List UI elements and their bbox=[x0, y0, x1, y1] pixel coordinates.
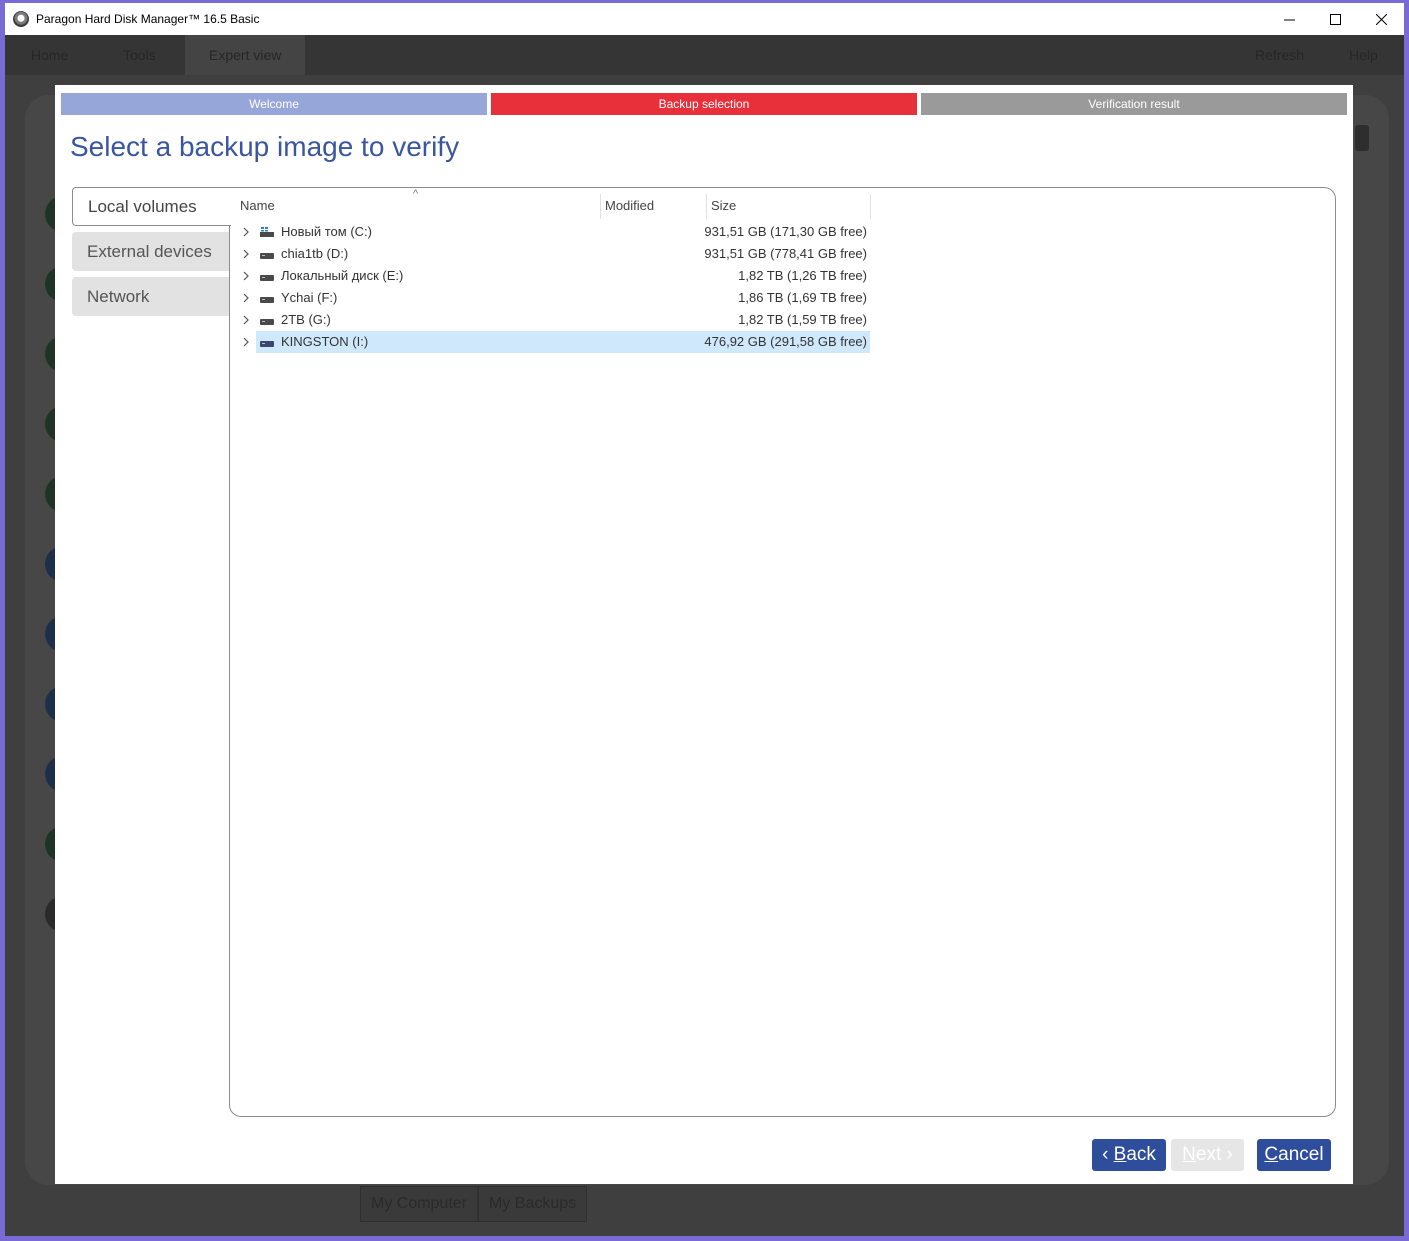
tab-local-volumes[interactable]: Local volumes bbox=[72, 187, 231, 226]
maximize-button[interactable] bbox=[1312, 3, 1358, 35]
background-scroll-icon bbox=[1355, 125, 1369, 151]
volume-row-g[interactable]: 2TB (G:) 1,82 TB (1,59 TB free) bbox=[230, 309, 871, 331]
volume-browser: ^ Name Modified Size Новый том (C:) 931,… bbox=[229, 187, 1336, 1117]
page-title: Select a backup image to verify bbox=[70, 131, 460, 162]
volume-row-i[interactable]: KINGSTON (I:) 476,92 GB (291,58 GB free) bbox=[230, 331, 871, 353]
chevron-right-icon[interactable] bbox=[241, 226, 251, 238]
volume-name: 2TB (G:) bbox=[281, 312, 331, 327]
chevron-right-icon[interactable] bbox=[241, 336, 251, 348]
volume-name: KINGSTON (I:) bbox=[281, 334, 369, 349]
window-title: Paragon Hard Disk Manager™ 16.5 Basic bbox=[36, 12, 260, 26]
volume-size: 1,82 TB (1,59 TB free) bbox=[738, 312, 867, 327]
chevron-right-icon[interactable] bbox=[241, 248, 251, 260]
paragon-logo-icon bbox=[13, 11, 29, 27]
volume-list: Новый том (C:) 931,51 GB (171,30 GB free… bbox=[230, 221, 871, 353]
close-button[interactable] bbox=[1358, 3, 1404, 35]
volume-size: 1,86 TB (1,69 TB free) bbox=[738, 290, 867, 305]
drive-icon bbox=[260, 319, 274, 325]
column-name[interactable]: Name bbox=[240, 198, 275, 213]
back-button[interactable]: ‹ Back bbox=[1092, 1139, 1166, 1171]
windows-drive-icon bbox=[260, 227, 274, 237]
step-backup-selection: Backup selection bbox=[491, 93, 917, 115]
minimize-button[interactable] bbox=[1266, 3, 1312, 35]
chevron-right-icon[interactable] bbox=[241, 292, 251, 304]
drive-icon bbox=[260, 275, 274, 281]
app-window: Paragon Hard Disk Manager™ 16.5 Basic Ho… bbox=[5, 3, 1404, 1236]
column-divider[interactable] bbox=[870, 194, 871, 219]
volume-name: Новый том (C:) bbox=[281, 224, 372, 239]
title-bar[interactable]: Paragon Hard Disk Manager™ 16.5 Basic bbox=[5, 3, 1404, 35]
background-bottom-tabs: My Computer My Backups bbox=[360, 1186, 588, 1222]
volume-size: 931,51 GB (778,41 GB free) bbox=[704, 246, 867, 261]
chevron-right-icon[interactable] bbox=[241, 314, 251, 326]
column-size[interactable]: Size bbox=[711, 198, 736, 213]
tab-network[interactable]: Network bbox=[72, 277, 230, 316]
volume-size: 931,51 GB (171,30 GB free) bbox=[704, 224, 867, 239]
maximize-icon bbox=[1329, 13, 1341, 25]
volume-row-d[interactable]: chia1tb (D:) 931,51 GB (778,41 GB free) bbox=[230, 243, 871, 265]
drive-icon bbox=[260, 297, 274, 303]
usb-drive-icon bbox=[260, 341, 274, 347]
column-header: ^ Name Modified Size bbox=[230, 188, 871, 220]
background-refresh: Refresh bbox=[1255, 47, 1305, 63]
volume-size: 476,92 GB (291,58 GB free) bbox=[704, 334, 867, 349]
volume-name: chia1tb (D:) bbox=[281, 246, 349, 261]
tab-external-devices[interactable]: External devices bbox=[72, 232, 230, 271]
next-button[interactable]: Next › bbox=[1171, 1139, 1244, 1171]
step-verification-result: Verification result bbox=[921, 93, 1347, 115]
source-tabs: Local volumes External devices Network bbox=[72, 187, 231, 322]
background-help: Help bbox=[1349, 47, 1378, 63]
background-tab-my-backups: My Backups bbox=[478, 1186, 588, 1222]
background-tab-expert-view: Expert view bbox=[185, 35, 306, 75]
volume-row-f[interactable]: Ychai (F:) 1,86 TB (1,69 TB free) bbox=[230, 287, 871, 309]
window-controls bbox=[1266, 3, 1404, 35]
cancel-button[interactable]: Cancel bbox=[1257, 1139, 1331, 1171]
volume-row-e[interactable]: Локальный диск (E:) 1,82 TB (1,26 TB fre… bbox=[230, 265, 871, 287]
background-tab-my-computer: My Computer bbox=[360, 1186, 479, 1222]
background-tab-home: Home bbox=[31, 47, 69, 63]
column-divider[interactable] bbox=[706, 194, 707, 219]
wizard-steps: Welcome Backup selection Verification re… bbox=[61, 93, 1347, 115]
drive-icon bbox=[260, 253, 274, 259]
volume-name: Ychai (F:) bbox=[281, 290, 338, 305]
volume-row-c[interactable]: Новый том (C:) 931,51 GB (171,30 GB free… bbox=[230, 221, 871, 243]
minimize-icon bbox=[1283, 19, 1295, 20]
step-welcome: Welcome bbox=[61, 93, 487, 115]
sort-ascending-icon: ^ bbox=[413, 188, 419, 200]
close-icon bbox=[1375, 13, 1387, 25]
column-modified[interactable]: Modified bbox=[605, 198, 654, 213]
background-tab-tools: Tools bbox=[123, 47, 156, 63]
column-divider[interactable] bbox=[600, 194, 601, 219]
volume-name: Локальный диск (E:) bbox=[281, 268, 404, 283]
volume-size: 1,82 TB (1,26 TB free) bbox=[738, 268, 867, 283]
chevron-right-icon[interactable] bbox=[241, 270, 251, 282]
verify-backup-dialog: Welcome Backup selection Verification re… bbox=[55, 85, 1353, 1184]
